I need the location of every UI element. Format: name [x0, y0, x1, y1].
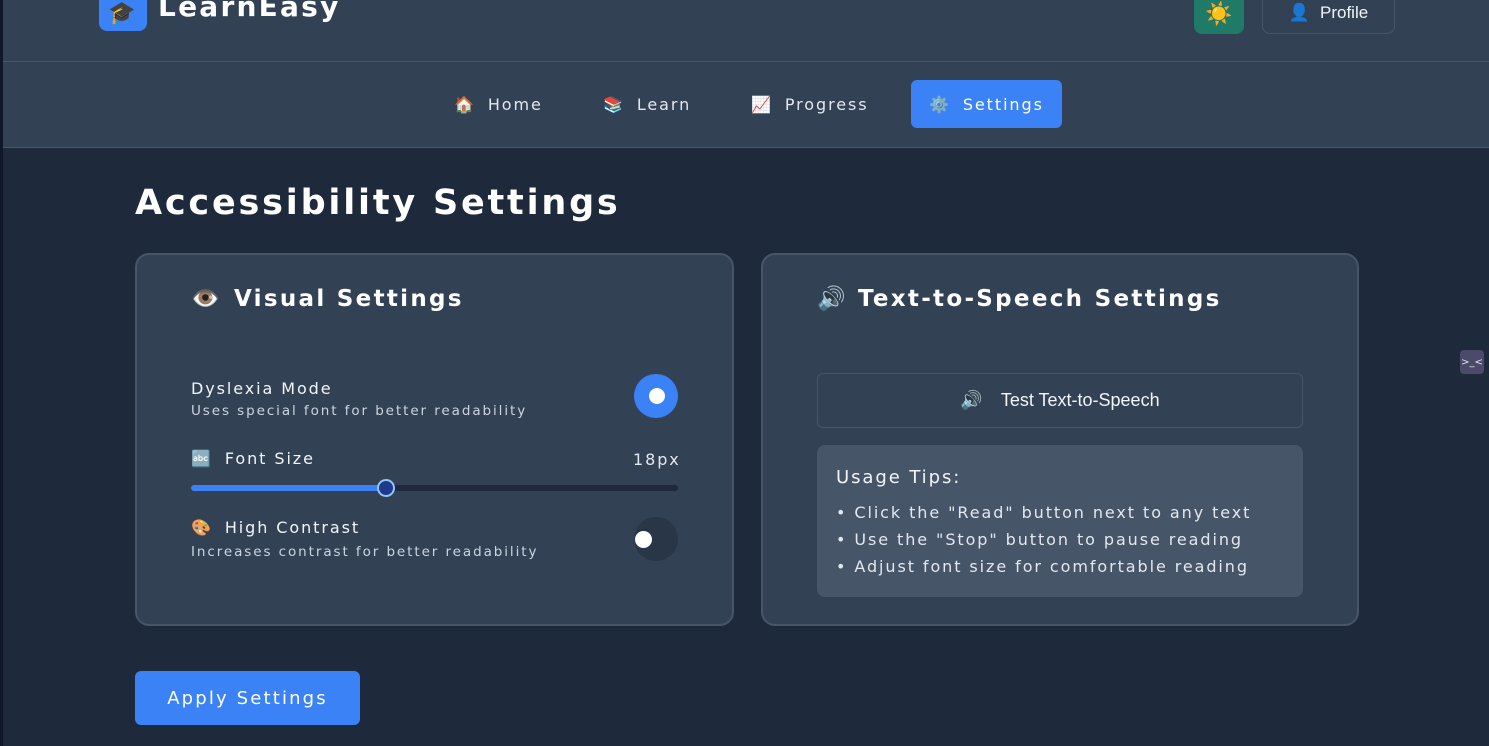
- house-icon: 🏠: [454, 94, 476, 114]
- nav-item-home[interactable]: 🏠 Home: [454, 80, 543, 128]
- toggle-knob: [635, 531, 652, 548]
- profile-button[interactable]: 👤 Profile: [1262, 0, 1395, 34]
- brand-name: LearnEasy: [158, 0, 341, 23]
- list-item: • Click the "Read" button next to any te…: [836, 503, 1252, 522]
- user-icon: 👤: [1288, 3, 1310, 22]
- sun-icon: ☀️: [1205, 1, 1233, 26]
- devtools-widget[interactable]: >_<: [1460, 350, 1484, 374]
- list-item: • Adjust font size for comfortable readi…: [836, 557, 1249, 576]
- page-title: Accessibility Settings: [135, 183, 621, 223]
- card-title-text: Text-to-Speech Settings: [857, 285, 1222, 312]
- usage-tips-title: Usage Tips:: [836, 467, 962, 488]
- nav-item-progress[interactable]: 📈 Progress: [751, 80, 869, 128]
- speaker-icon: 🔊: [817, 286, 848, 312]
- nav-label: Progress: [784, 94, 869, 114]
- nav-label: Settings: [962, 94, 1044, 114]
- apply-settings-button[interactable]: Apply Settings: [135, 671, 360, 725]
- nav-label: Home: [487, 94, 543, 114]
- test-tts-label: Test Text-to-Speech: [1000, 390, 1160, 410]
- high-contrast-toggle[interactable]: [634, 517, 678, 561]
- palette-icon: 🎨: [191, 518, 213, 537]
- dyslexia-mode-label: Dyslexia Mode: [191, 379, 333, 398]
- font-size-value: 18px: [633, 450, 681, 469]
- slider-thumb[interactable]: [376, 479, 395, 497]
- graduation-cap-icon: 🎓: [108, 1, 138, 26]
- high-contrast-label: 🎨 High Contrast: [191, 518, 360, 537]
- profile-label: Profile: [1319, 3, 1369, 22]
- toggle-knob: [649, 388, 665, 404]
- tts-settings-card: 🔊 Text-to-Speech Settings 🔊 Test Text-to…: [761, 253, 1359, 626]
- chart-icon: 📈: [751, 94, 773, 114]
- nav-item-settings[interactable]: ⚙️ Settings: [911, 80, 1062, 128]
- setting-label-text: Font Size: [224, 449, 315, 468]
- logo: 🎓: [99, 0, 147, 31]
- nav-label: Learn: [636, 94, 692, 114]
- list-item: • Use the "Stop" button to pause reading: [836, 530, 1243, 549]
- font-size-label: 🔤 Font Size: [191, 449, 315, 468]
- dyslexia-mode-toggle[interactable]: [634, 374, 678, 418]
- usage-tips-box: Usage Tips: • Click the "Read" button ne…: [817, 445, 1303, 597]
- card-title-text: Visual Settings: [233, 285, 464, 312]
- dyslexia-mode-description: Uses special font for better readability: [191, 403, 528, 419]
- high-contrast-description: Increases contrast for better readabilit…: [191, 544, 539, 560]
- font-size-slider[interactable]: [191, 479, 678, 497]
- setting-label-text: High Contrast: [224, 518, 361, 537]
- books-icon: 📚: [603, 94, 625, 114]
- visual-settings-card: 👁️ Visual Settings Dyslexia Mode Uses sp…: [135, 253, 734, 626]
- card-title: 🔊 Text-to-Speech Settings: [817, 285, 1222, 313]
- test-tts-button[interactable]: 🔊 Test Text-to-Speech: [817, 373, 1303, 428]
- abc-icon: 🔤: [191, 449, 213, 468]
- speaker-icon: 🔊: [960, 390, 983, 410]
- card-title: 👁️ Visual Settings: [191, 285, 464, 313]
- theme-toggle-button[interactable]: ☀️: [1194, 0, 1244, 34]
- nav-item-learn[interactable]: 📚 Learn: [603, 80, 691, 128]
- eye-icon: 👁️: [191, 286, 222, 312]
- main-nav: 🏠 Home 📚 Learn 📈 Progress ⚙️ Settings: [3, 62, 1489, 148]
- setting-label-text: Dyslexia Mode: [191, 379, 333, 398]
- gear-icon: ⚙️: [929, 94, 951, 114]
- app-header: 🎓 LearnEasy ☀️ 👤 Profile: [3, 0, 1489, 62]
- slider-fill: [191, 485, 386, 491]
- usage-tips-list: • Click the "Read" button next to any te…: [836, 503, 1251, 584]
